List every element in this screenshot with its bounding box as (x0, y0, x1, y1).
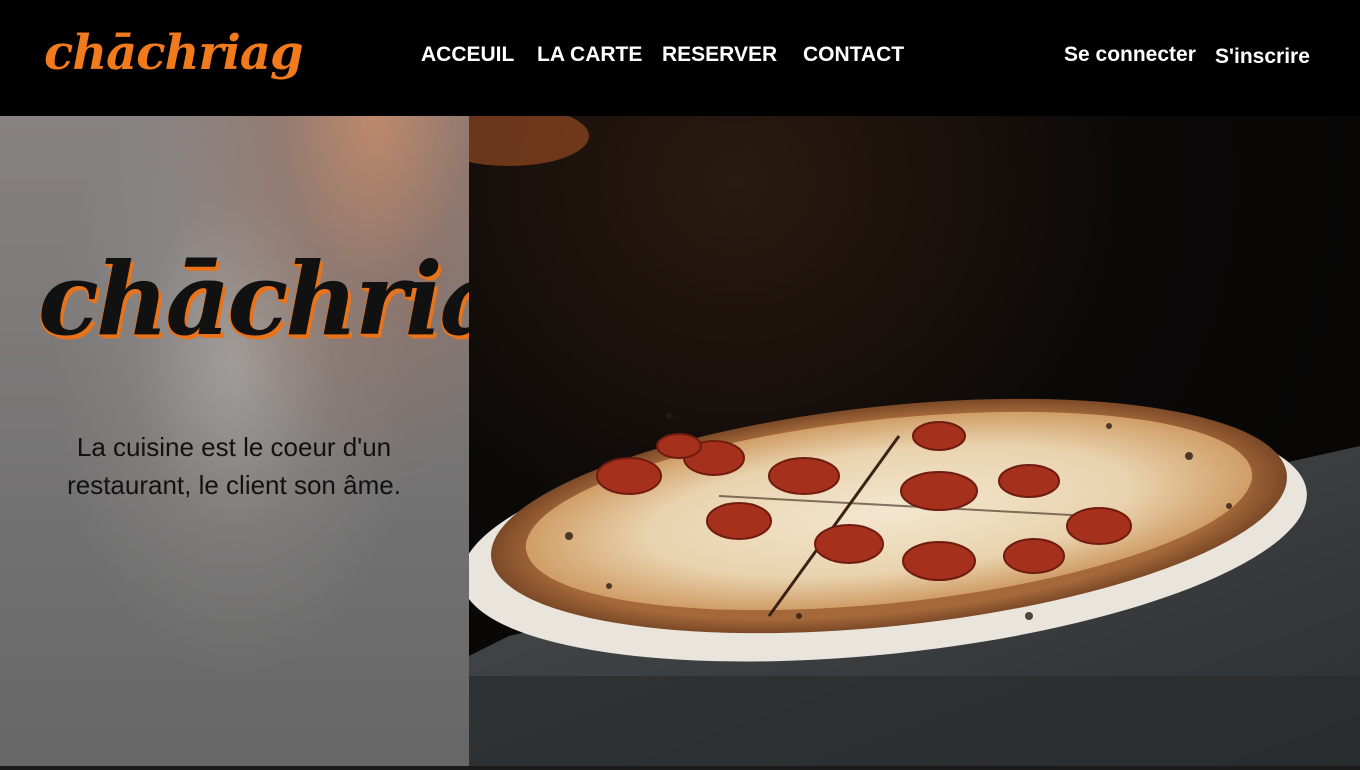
hero-tagline: La cuisine est le coeur d'un restaurant,… (67, 432, 401, 500)
site-header: chāchriag ACCEUIL LA CARTE RESERVER CONT… (0, 0, 1360, 116)
hero-left-panel: chāchriag La cuisine est le coeur d'un r… (0, 116, 571, 766)
nav-item-contact[interactable]: CONTACT (803, 38, 904, 72)
login-link[interactable]: Se connecter (1064, 38, 1196, 72)
hero-section: chāchriag La cuisine est le coeur d'un r… (0, 116, 1360, 766)
nav-item-la-carte[interactable]: LA CARTE (537, 38, 642, 72)
bottom-divider (0, 766, 1360, 770)
hero-image-pizza (429, 116, 1360, 766)
hero-logo: chāchriag (38, 234, 571, 394)
pizza-image (429, 116, 1360, 766)
nav-item-accueil[interactable]: ACCEUIL (421, 38, 514, 72)
brand-logo[interactable]: chāchriag (44, 24, 304, 86)
brand-logo-text: chāchriag (44, 25, 304, 81)
nav-item-reserver[interactable]: RESERVER (662, 38, 777, 72)
signup-link[interactable]: S'inscrire (1215, 40, 1310, 74)
